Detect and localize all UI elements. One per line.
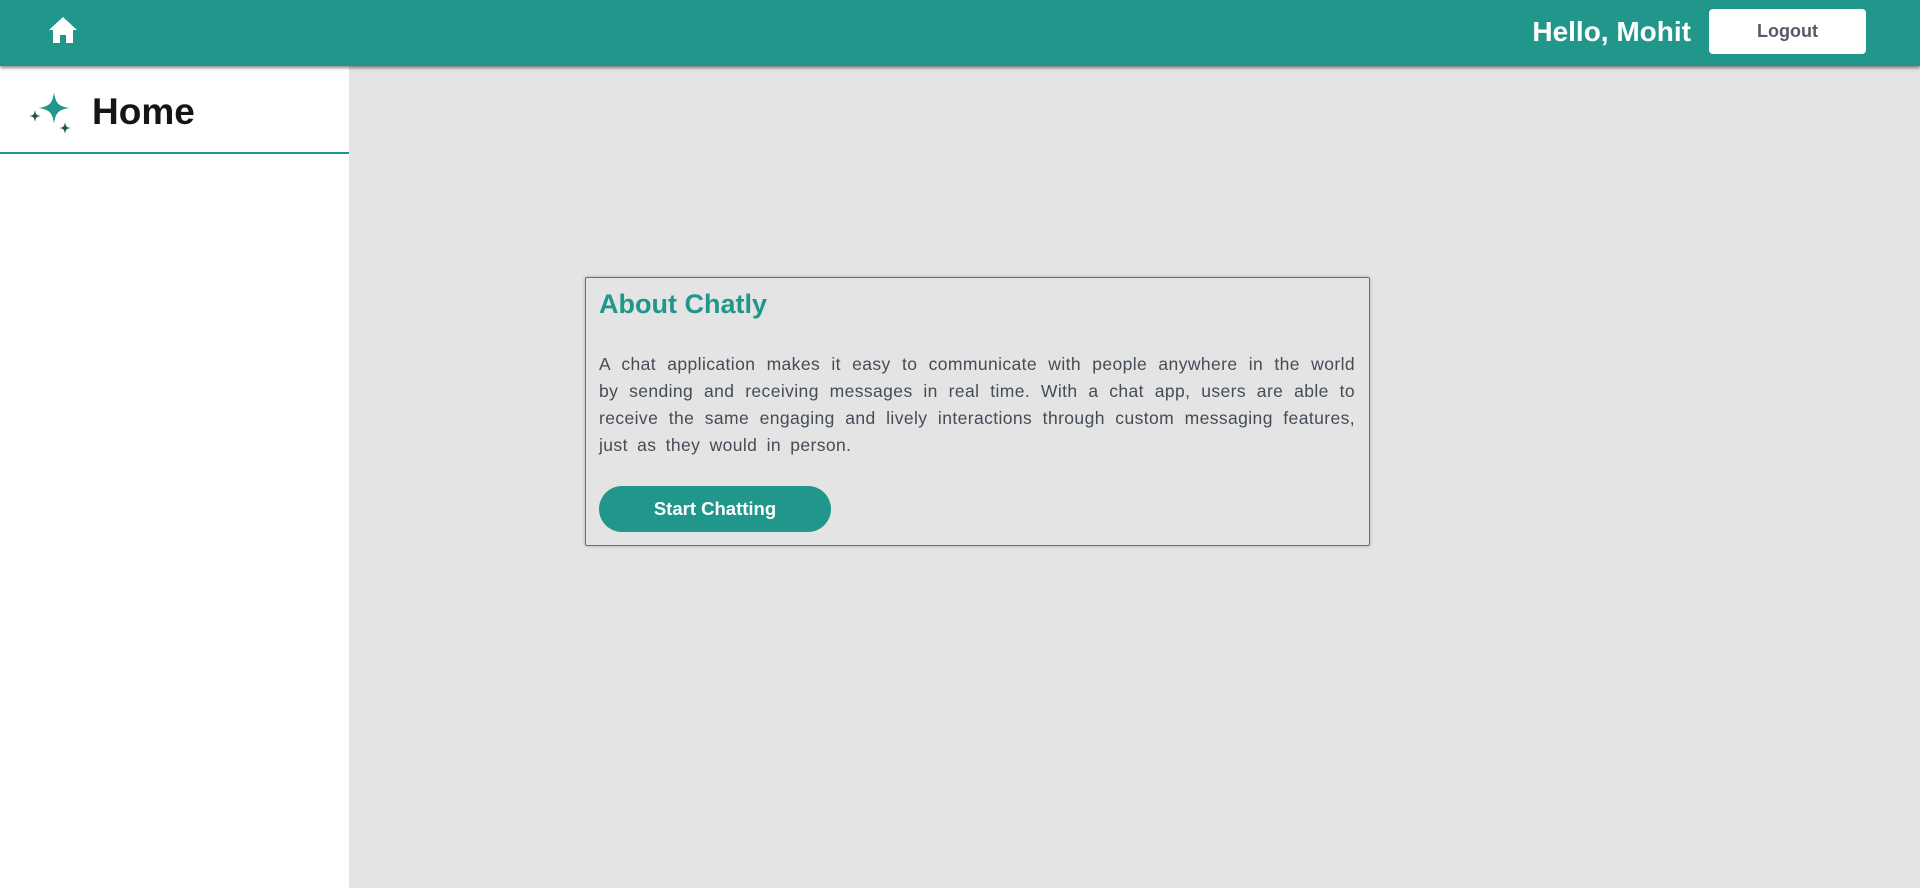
sidebar-title: Home	[92, 91, 195, 132]
about-card-description: A chat application makes it easy to comm…	[599, 354, 1355, 455]
start-chatting-button[interactable]: Start Chatting	[599, 486, 831, 532]
about-card: About Chatly A chat application makes it…	[585, 277, 1370, 546]
home-button[interactable]	[46, 15, 80, 45]
home-icon	[49, 17, 77, 43]
sidebar-header: Home	[0, 66, 349, 154]
logout-button[interactable]: Logout	[1709, 9, 1866, 54]
top-navbar: Hello, Mohit Logout	[0, 0, 1920, 66]
main-content: About Chatly A chat application makes it…	[349, 66, 1920, 888]
user-greeting: Hello, Mohit	[1532, 16, 1691, 47]
sparkle-icon	[26, 90, 74, 138]
sidebar: Home	[0, 66, 349, 888]
about-card-title: About Chatly	[599, 289, 767, 319]
